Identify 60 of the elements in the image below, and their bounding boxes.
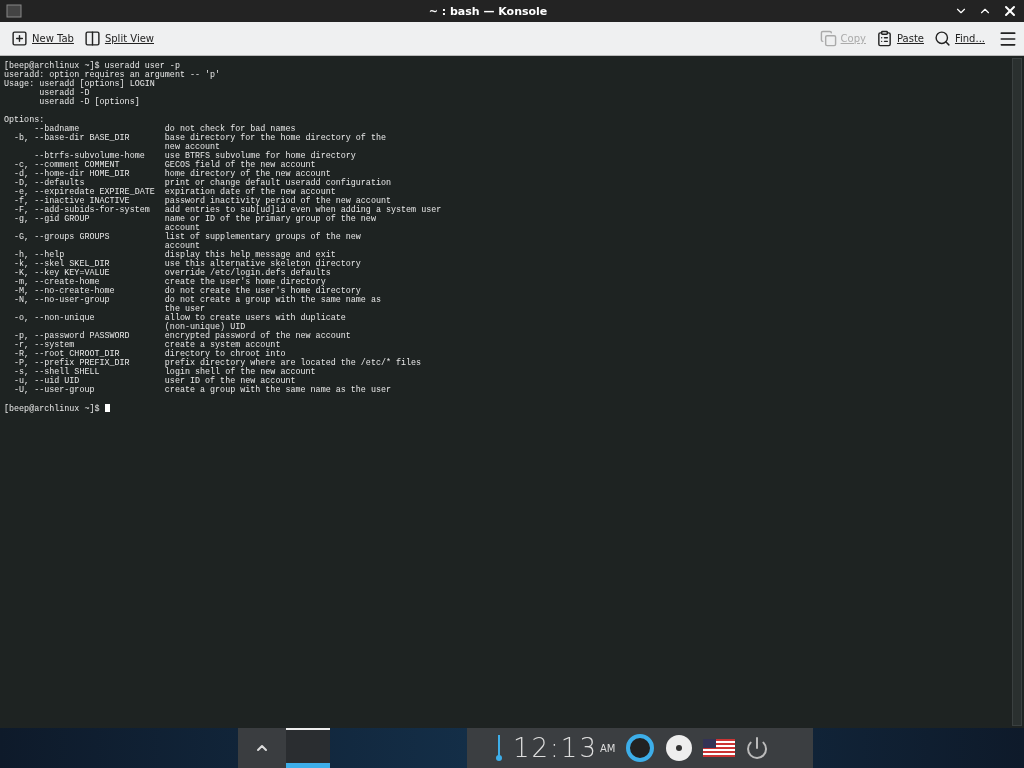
terminal-line: -f, --inactive INACTIVE password inactivity period of the new account <box>13 197 392 206</box>
terminal-line: -e, --expiredate EXPIRE_DATE expiration date of the new account <box>13 188 337 197</box>
terminal-line: -m, --create-home create the user's home directory <box>13 278 326 287</box>
window-icon <box>6 4 22 18</box>
terminal-line: -h, --help display this help message and exit <box>13 251 336 260</box>
terminal-line: -R, --root CHROOT_DIR directory to chroot into <box>13 350 287 359</box>
terminal-line: Options: <box>4 116 45 125</box>
terminal-line: the user <box>163 305 207 314</box>
terminal-prompt: [beep@archlinux ~]$ <box>4 404 101 414</box>
clipboard-icon <box>875 30 893 47</box>
terminal-line: -k, --skel SKEL_DIR use this alternative skeleton directory <box>13 260 362 269</box>
clock-meridiem: AM <box>599 742 616 754</box>
terminal-line: -G, --groups GROUPS list of supplementary groups of the new <box>13 233 362 242</box>
copy-icon <box>819 30 837 47</box>
terminal-line: -M, --no-create-home do not create the user's home directory <box>13 287 362 296</box>
terminal-line: -d, --home-dir HOME_DIR home directory of the new account <box>13 170 331 179</box>
terminal-line: --badname do not check for bad names <box>33 125 296 134</box>
terminal-line: account <box>163 242 201 251</box>
scrollbar[interactable] <box>1012 58 1022 726</box>
terminal-line: useradd: option requires an argument -- 'p' <box>4 71 222 80</box>
terminal-line: -p, --password PASSWORD encrypted password of the new account <box>13 332 352 341</box>
terminal-line: new account <box>163 143 221 152</box>
terminal-line: useradd -D <box>38 89 91 98</box>
window-title: ~ : bash — Konsole <box>427 4 549 18</box>
find-button[interactable]: Find... <box>928 27 990 50</box>
text-cursor <box>104 404 110 412</box>
split-button[interactable]: Split View <box>78 27 159 50</box>
terminal-line: account <box>163 224 201 233</box>
task-thumbnail[interactable] <box>286 728 330 768</box>
terminal-line: -N, --no-user-group do not create a group with the same name as <box>13 296 382 305</box>
panel-toggle-button[interactable] <box>238 728 286 768</box>
close-icon[interactable] <box>1002 3 1018 19</box>
clock-time: 12:13 <box>513 733 598 763</box>
terminal-line: -c, --comment COMMENT GECOS field of the new account <box>13 161 317 170</box>
power-icon[interactable] <box>745 736 770 760</box>
terminal-line: -g, --gid GROUP name or ID of the primary group of the new <box>13 215 377 224</box>
terminal-line: -P, --prefix PREFIX_DIR prefix directory where are located the /etc/* files <box>13 359 423 368</box>
terminal-line: -b, --base-dir BASE_DIR base directory for the home directory of the <box>13 134 387 143</box>
terminal-line: -u, --uid UID user ID of the new account <box>13 377 297 386</box>
terminal-line: -K, --key KEY=VALUE override /etc/login.defs defaults <box>13 269 331 278</box>
terminal-line: -F, --add-subids-for-system add entries to sub[ud]id even when adding a system user <box>13 206 443 215</box>
terminal-line: -D, --defaults print or change default useradd configuration <box>13 179 392 188</box>
search-icon <box>933 30 951 47</box>
paste-button[interactable]: Paste <box>870 27 929 50</box>
terminal-line: -s, --shell SHELL login shell of the new account <box>13 368 317 377</box>
terminal-line: -r, --system create a system account <box>13 341 281 350</box>
ring-icon[interactable] <box>625 733 656 763</box>
new-tab-icon <box>11 30 28 47</box>
terminal-line: Usage: useradd [options] LOGIN <box>4 80 156 89</box>
terminal-line: -o, --non-unique allow to create users with duplicate <box>13 314 347 323</box>
new-tab-button[interactable]: New Tab <box>6 27 79 50</box>
thermometer-icon <box>495 733 503 763</box>
disc-icon[interactable] <box>665 734 694 762</box>
terminal-line: useradd -D [options] <box>38 98 141 107</box>
terminal-line: --btrfs-subvolume-home use BTRFS subvolume for home directory <box>33 152 357 161</box>
terminal-line: [beep@archlinux ~]$ useradd user -p <box>4 62 181 71</box>
split-view-icon <box>83 30 101 47</box>
terminal-line: -U, --user-group create a group with the same name as the user <box>13 386 392 395</box>
flag-icon[interactable] <box>703 739 736 757</box>
terminal-line: (non-unique) UID <box>163 323 246 332</box>
